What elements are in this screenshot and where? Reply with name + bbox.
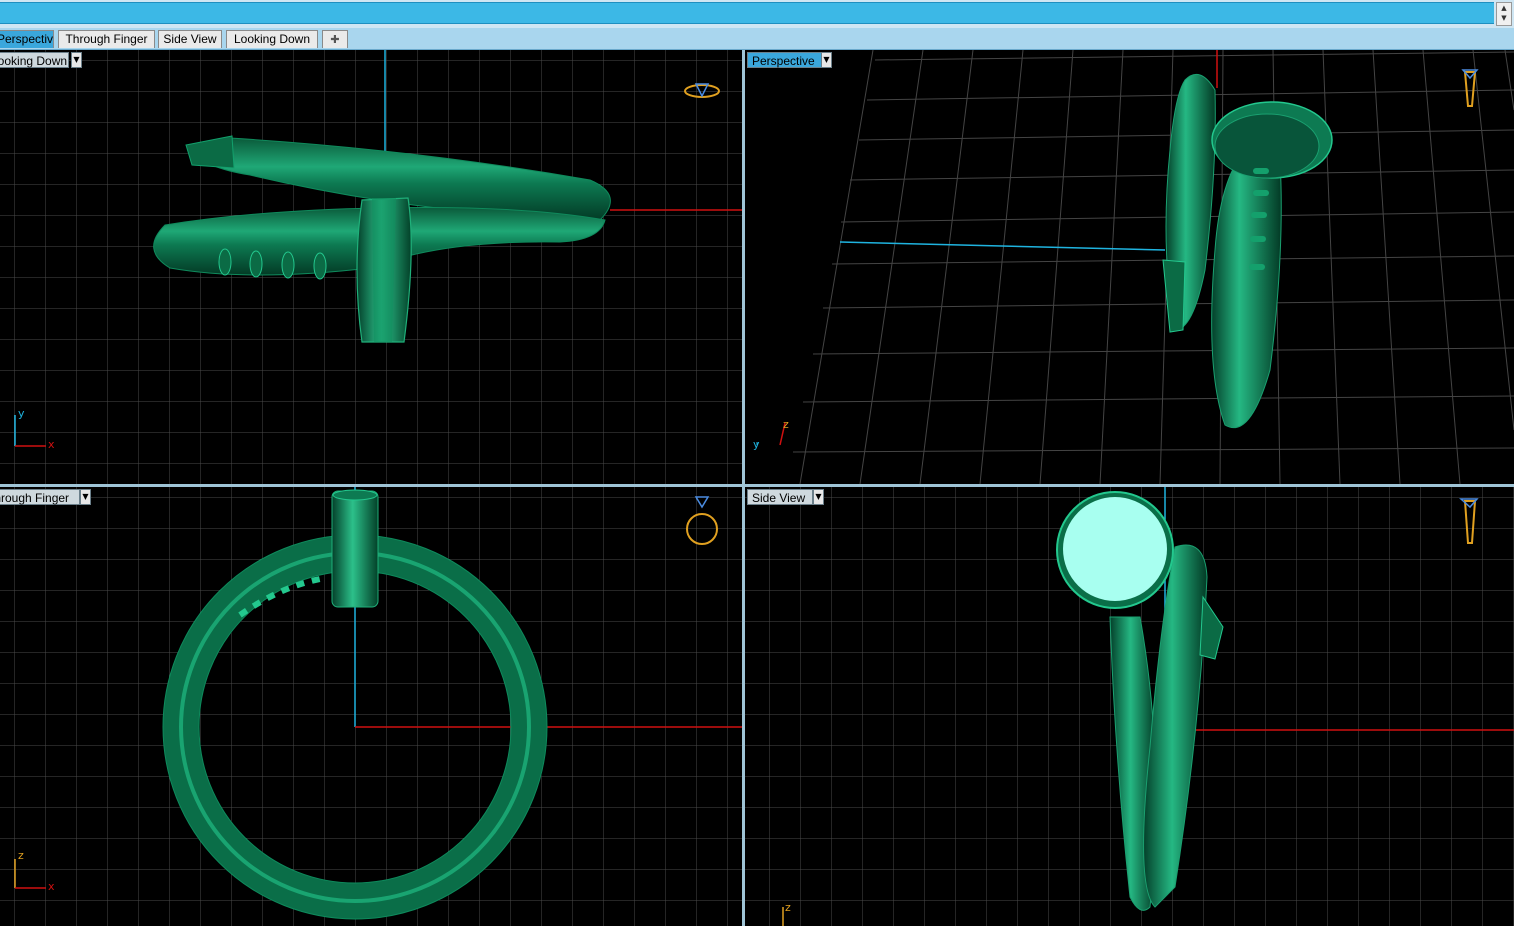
viewport-label-through-finger[interactable]: Through Finger [0,489,80,505]
viewport-label-looking-down[interactable]: Looking Down [0,52,69,68]
viewport-through-finger[interactable]: Through Finger ▼ z x [0,487,742,926]
tab-side-view[interactable]: Side View [158,30,222,48]
scroll-arrows[interactable]: ▲ ▼ [1496,2,1512,26]
chevron-down-icon[interactable]: ▼ [71,52,82,68]
chevron-down-icon[interactable]: ▼ [813,489,824,505]
view-tab-strip: Perspective Through Finger Side View Loo… [0,28,1514,50]
side-view-canvas [745,487,1514,926]
axis-label-x: x [48,438,55,451]
viewport-grid: Looking Down ▼ y x [0,50,1514,926]
viewport-perspective[interactable]: Perspective ▼ y z [745,50,1514,484]
viewport-label-perspective[interactable]: Perspective [747,52,823,68]
axis-label-z: z [785,901,791,914]
chevron-down-icon[interactable]: ▼ [821,52,832,68]
chevron-down-icon[interactable]: ▼ [80,489,91,505]
add-tab-button[interactable]: ✚ [322,30,348,48]
title-bar [0,2,1494,24]
top-toolbar: ▲ ▼ [0,0,1514,28]
axis-label-z: z [783,418,789,431]
tab-perspective[interactable]: Perspective [0,30,54,48]
perspective-canvas [756,50,1514,484]
tab-looking-down[interactable]: Looking Down [226,30,318,48]
viewport-label-side-view[interactable]: Side View [747,489,813,505]
axis-label-z: z [18,849,24,862]
tab-through-finger[interactable]: Through Finger [58,30,155,48]
axis-label-y: y [753,438,760,451]
axis-label-x: x [48,880,55,893]
through-finger-canvas [0,487,742,926]
perspective-floor-grid [792,50,1514,484]
viewport-looking-down[interactable]: Looking Down ▼ y x [0,50,742,484]
plus-icon: ✚ [330,33,340,46]
viewport-side-view[interactable]: Side View ▼ z y [745,487,1514,926]
looking-down-canvas [0,50,742,484]
axis-label-y: y [18,407,25,420]
